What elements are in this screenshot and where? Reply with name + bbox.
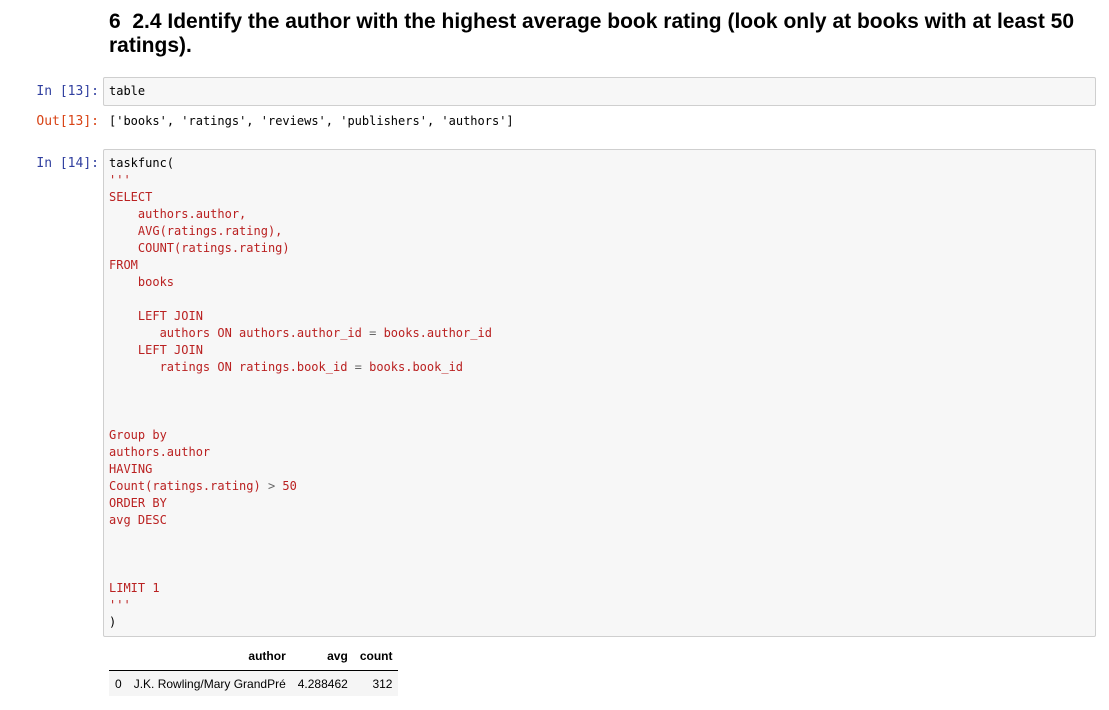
input-prompt-14: In [14]: [36,156,99,171]
sql-line: SELECT [109,190,153,204]
function-call-open: taskfunc( [109,156,175,170]
sql-line: Group by [109,428,167,442]
output-list-item: 'authors' [441,114,507,128]
sql-line: FROM [109,258,138,272]
sql-line: LEFT JOIN [109,309,203,323]
section-heading: 6 2.4 Identify the author with the highe… [109,10,1099,58]
column-header-avg: avg [291,647,354,671]
sql-line: AVG(ratings.rating), [109,224,283,238]
cell-avg: 4.288462 [297,677,348,691]
result-dataframe: author avg count 0 J.K. Rowling/Mary Gra… [109,647,399,696]
cell-author: J.K. Rowling/Mary GrandPré [133,677,286,691]
cell-count: 312 [372,677,393,691]
sql-line: authors.author [109,445,211,459]
output-list: ['books', 'ratings', 'reviews', 'publish… [109,114,514,128]
output-list-item: 'books' [116,114,167,128]
output-list-item: 'ratings' [181,114,247,128]
sql-line: authors ON authors.author_id = books.aut… [109,326,492,340]
section-title: 2.4 Identify the author with the highest… [109,10,1075,57]
code-cell-13[interactable]: table [103,77,1096,106]
index-header [109,647,128,671]
column-header-author: author [127,647,292,671]
section-number: 6 [109,10,121,33]
sql-string: ''' SELECT authors.author, AVG(ratings.r… [109,173,492,612]
column-header-count: count [353,647,399,671]
code-text: table [109,84,146,98]
sql-line: HAVING [109,462,153,476]
code-cell-14[interactable]: taskfunc( ''' SELECT authors.author, AVG… [103,149,1096,637]
sql-line: ratings ON ratings.book_id = books.book_… [109,360,464,374]
sql-line: authors.author, [109,207,247,221]
input-prompt-13: In [13]: [36,84,99,99]
table-row: 0 J.K. Rowling/Mary GrandPré 4.288462 31… [109,670,399,696]
sql-line: LIMIT 1 [109,581,160,595]
code-text: taskfunc( ''' SELECT authors.author, AVG… [104,155,1095,631]
sql-line: ORDER BY [109,496,167,510]
sql-line: books [109,275,175,289]
output-list-item: 'reviews' [260,114,326,128]
table-header-row: author avg count [109,647,399,671]
row-index: 0 [115,677,122,691]
sql-line: Count(ratings.rating) > 50 [109,479,297,493]
function-call-close: ) [109,615,117,629]
sql-line: avg DESC [109,513,167,527]
output-list-item: 'publishers' [340,114,427,128]
sql-line: ''' [109,598,131,612]
sql-line: COUNT(ratings.rating) [109,241,290,255]
sql-line: ''' [109,173,131,187]
sql-line: LEFT JOIN [109,343,203,357]
output-prompt-13: Out[13]: [36,114,99,129]
